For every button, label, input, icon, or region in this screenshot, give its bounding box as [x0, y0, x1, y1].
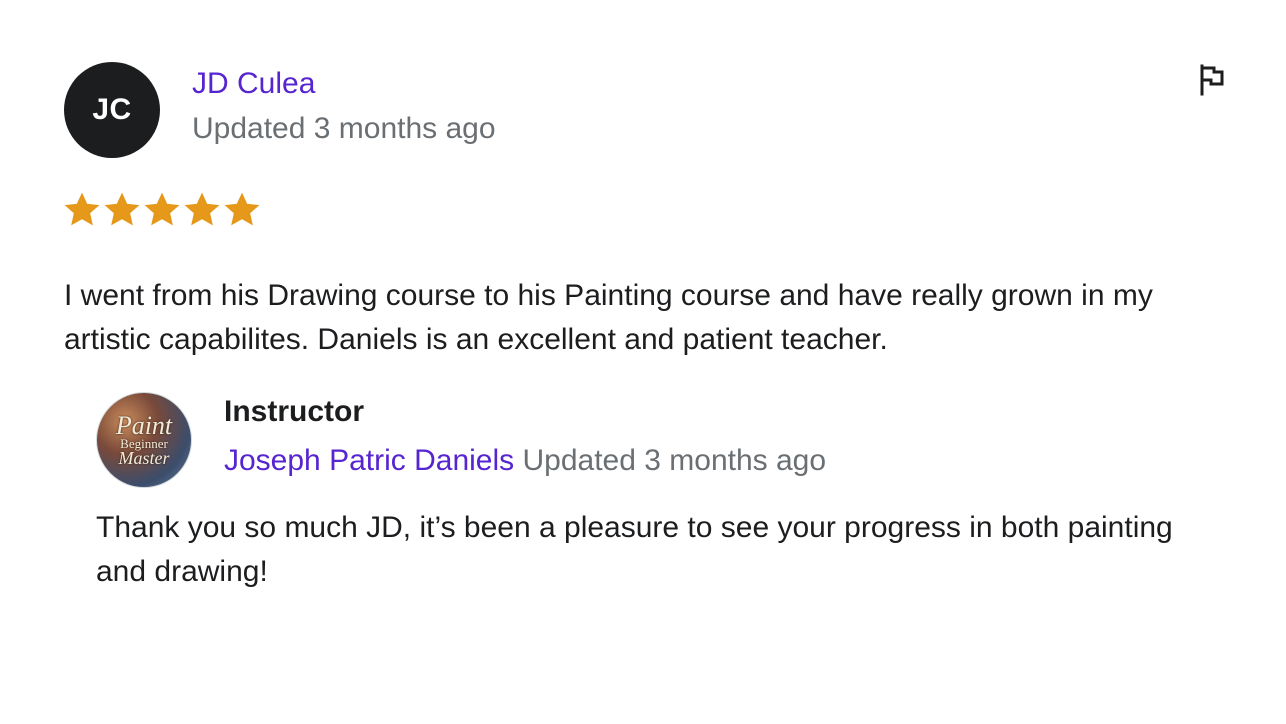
star-icon: [104, 190, 140, 230]
flag-icon: [1200, 64, 1224, 96]
star-icon: [64, 190, 100, 230]
star-rating: [64, 190, 260, 230]
star-icon: [224, 190, 260, 230]
report-flag-button[interactable]: [1194, 62, 1230, 98]
instructor-avatar: Paint Beginner Master: [96, 392, 192, 488]
review-updated-time: Updated 3 months ago: [192, 112, 496, 145]
instructor-name-link[interactable]: Joseph Patric Daniels: [224, 444, 514, 477]
reviewer-initials: JC: [92, 93, 132, 126]
star-icon: [184, 190, 220, 230]
reviewer-avatar: JC: [64, 62, 160, 158]
instructor-reply-text: Thank you so much JD, it’s been a pleasu…: [96, 511, 1173, 588]
instructor-meta: Joseph Patric Daniels Updated 3 months a…: [224, 441, 826, 481]
instructor-label: Instructor: [224, 395, 365, 428]
star-icon: [144, 190, 180, 230]
reviewer-name-link[interactable]: JD Culea: [192, 64, 315, 104]
response-updated-time: Updated 3 months ago: [522, 444, 827, 477]
review-comment: I went from his Drawing course to his Pa…: [64, 279, 1153, 356]
instructor-logo: Paint Beginner Master: [115, 411, 173, 468]
